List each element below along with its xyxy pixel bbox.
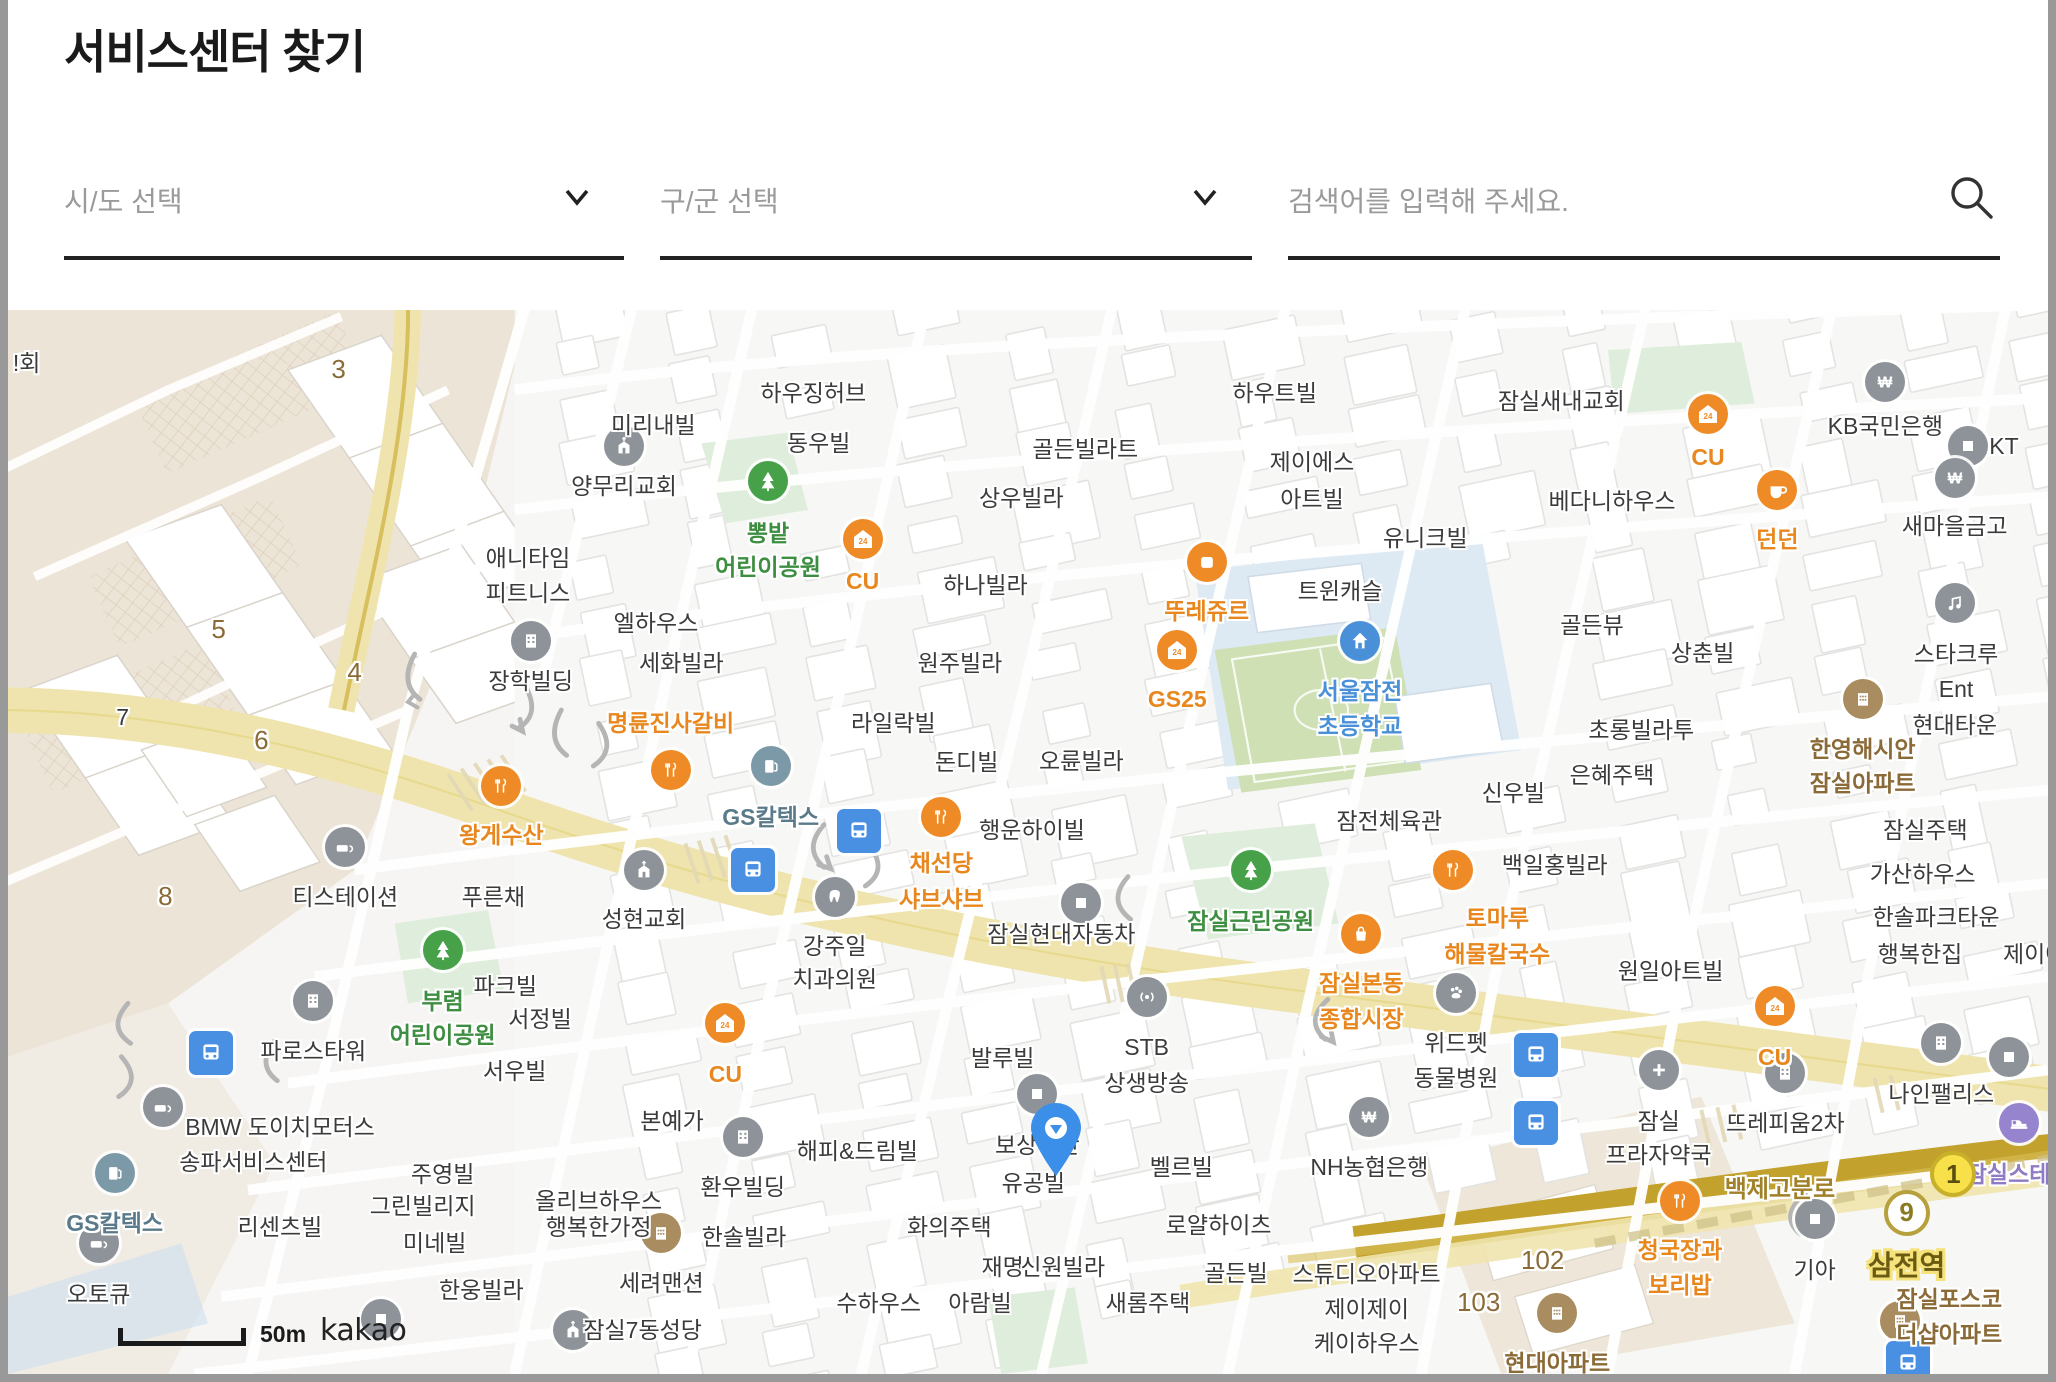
office-icon[interactable] xyxy=(1794,1199,1835,1240)
building-icon[interactable] xyxy=(1921,1023,1962,1064)
apartment-icon[interactable] xyxy=(1842,679,1883,720)
gugun-select[interactable]: 구/군 선택 xyxy=(660,168,1252,260)
subway-line-badge[interactable]: 9 xyxy=(1883,1189,1930,1236)
convenience-icon[interactable]: 24 xyxy=(1754,986,1795,1026)
bank-icon[interactable]: ₩ xyxy=(1934,458,1975,498)
convenience-icon[interactable]: 24 xyxy=(842,519,883,560)
svg-text:24: 24 xyxy=(858,537,867,546)
gas-icon[interactable] xyxy=(94,1152,135,1193)
bank-icon[interactable]: ₩ xyxy=(1349,1096,1390,1137)
convenience-icon[interactable]: 24 xyxy=(1157,630,1198,670)
church-icon[interactable] xyxy=(553,1310,594,1350)
restaurant-icon[interactable] xyxy=(1660,1180,1700,1221)
kakao-attribution: kakao xyxy=(320,1313,407,1348)
svg-text:₩: ₩ xyxy=(1947,471,1962,488)
restaurant-icon[interactable] xyxy=(481,766,522,806)
selected-location-marker[interactable] xyxy=(1028,1102,1084,1177)
vet-icon[interactable] xyxy=(1436,972,1476,1013)
cafe-icon[interactable] xyxy=(1757,470,1798,510)
map-viewport[interactable]: 24 24 ₩ ₩24 24 24 ₩ !회 3 5 4 7 6 8 미리내빌 하우징허브 동우빌 하우트빌 잠실… xyxy=(8,310,2048,1374)
chevron-down-icon xyxy=(1190,182,1220,212)
subway-line-badge[interactable]: 1 xyxy=(1930,1151,1977,1197)
office-icon[interactable] xyxy=(1061,883,1102,924)
bank-icon[interactable]: ₩ xyxy=(1865,362,1906,402)
park-icon[interactable] xyxy=(748,460,788,501)
scale-bar-graphic xyxy=(118,1328,246,1346)
convenience-icon[interactable]: 24 xyxy=(1688,394,1728,434)
building-icon[interactable] xyxy=(722,1116,763,1157)
page-title: 서비스센터 찾기 xyxy=(64,26,366,78)
bus-stop-icon[interactable] xyxy=(836,809,881,854)
search-input[interactable]: 검색어를 입력해 주세요. xyxy=(1288,168,1569,220)
gas-icon[interactable] xyxy=(750,746,791,786)
park-icon[interactable] xyxy=(1230,850,1271,890)
broadcast-icon[interactable] xyxy=(1126,976,1167,1017)
bakery-icon[interactable] xyxy=(1186,542,1227,582)
bus-stop-icon[interactable] xyxy=(188,1030,233,1075)
bus-stop-icon[interactable] xyxy=(1886,1341,1930,1374)
apartment-icon[interactable] xyxy=(641,1212,682,1253)
apartment-icon[interactable] xyxy=(1880,1300,1920,1341)
church-icon[interactable] xyxy=(604,426,644,466)
svg-text:24: 24 xyxy=(1173,648,1182,657)
restaurant-icon[interactable] xyxy=(1433,850,1474,890)
svg-text:₩: ₩ xyxy=(1362,1109,1377,1126)
svg-text:24: 24 xyxy=(1704,412,1713,421)
apartment-icon[interactable] xyxy=(1537,1292,1578,1333)
sido-select-label: 시/도 선택 xyxy=(64,186,183,217)
market-icon[interactable] xyxy=(1341,914,1382,954)
park-icon[interactable] xyxy=(422,930,463,970)
filter-row: 시/도 선택 구/군 선택 검색어를 입력해 주세요. xyxy=(64,168,2000,260)
search-icon[interactable] xyxy=(1946,172,1996,222)
chevron-down-icon xyxy=(562,182,592,212)
carservice-icon[interactable] xyxy=(325,827,366,868)
bus-stop-icon[interactable] xyxy=(1514,1033,1558,1078)
carservice-icon[interactable] xyxy=(78,1223,119,1264)
bus-stop-icon[interactable] xyxy=(1514,1101,1558,1146)
svg-text:24: 24 xyxy=(721,1021,730,1030)
map-base-layer xyxy=(8,310,2048,1374)
svg-text:24: 24 xyxy=(1770,1004,1779,1013)
scale-distance-label: 50m xyxy=(260,1321,307,1347)
dental-icon[interactable] xyxy=(814,876,855,917)
gugun-select-label: 구/군 선택 xyxy=(660,186,779,217)
restaurant-icon[interactable] xyxy=(650,750,691,790)
map-scale-control: 50m kakao xyxy=(118,1313,407,1348)
sido-select[interactable]: 시/도 선택 xyxy=(64,168,624,260)
convenience-icon[interactable]: 24 xyxy=(705,1003,746,1044)
carservice-icon[interactable] xyxy=(142,1087,183,1128)
restaurant-icon[interactable] xyxy=(921,796,962,837)
search-field[interactable]: 검색어를 입력해 주세요. xyxy=(1288,168,2000,260)
hotel-icon[interactable] xyxy=(1998,1103,2039,1144)
building-icon[interactable] xyxy=(510,620,551,661)
building-icon[interactable] xyxy=(1765,1052,1806,1093)
building-icon[interactable] xyxy=(293,980,334,1021)
bus-stop-icon[interactable] xyxy=(731,848,776,892)
pharmacy-icon[interactable] xyxy=(1638,1050,1679,1090)
svg-text:₩: ₩ xyxy=(1878,375,1893,392)
school-icon[interactable] xyxy=(1340,620,1380,661)
music-icon[interactable] xyxy=(1934,583,1975,624)
office-icon[interactable] xyxy=(1989,1036,2030,1077)
church-icon[interactable] xyxy=(624,850,664,890)
service-center-finder-page: 서비스센터 찾기 시/도 선택 구/군 선택 검색어를 입력해 주세요. 24 … xyxy=(0,0,2056,1382)
